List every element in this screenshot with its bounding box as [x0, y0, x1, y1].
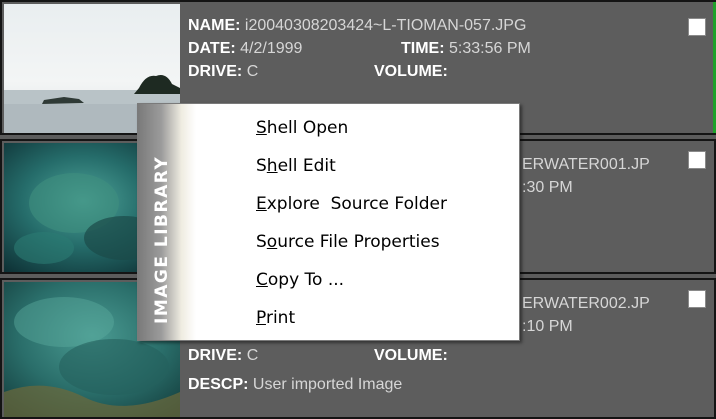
- select-checkbox[interactable]: [688, 151, 706, 169]
- file-name-partial: ERWATER002.JP: [522, 295, 650, 312]
- date-value: 4/2/1999: [240, 40, 303, 57]
- context-menu: IMAGE LIBRARY Shell Open Shell Edit Expl…: [137, 103, 520, 341]
- time-value-partial: :30 PM: [522, 179, 573, 196]
- name-label: NAME:: [188, 17, 241, 34]
- menu-item-print[interactable]: Print: [256, 308, 295, 328]
- description-label: DESCP:: [188, 376, 249, 393]
- drive-label: DRIVE:: [188, 347, 243, 364]
- drive-value: C: [246, 347, 259, 364]
- drive-label: DRIVE:: [188, 63, 243, 80]
- description-value: User imported Image: [252, 376, 403, 393]
- date-label: DATE:: [188, 40, 236, 57]
- volume-label: VOLUME:: [374, 63, 448, 80]
- time-label: TIME:: [401, 40, 445, 57]
- menu-item-shell-edit[interactable]: Shell Edit: [256, 156, 336, 176]
- file-name-partial: ERWATER001.JP: [522, 156, 650, 173]
- menu-band-title: IMAGE LIBRARY: [152, 155, 172, 324]
- menu-side-band: IMAGE LIBRARY: [138, 104, 196, 340]
- time-value-partial: :10 PM: [522, 318, 573, 335]
- time-value: 5:33:56 PM: [449, 40, 531, 57]
- select-checkbox[interactable]: [688, 18, 706, 36]
- menu-item-explore-source-folder[interactable]: Explore Source Folder: [256, 194, 447, 214]
- menu-item-source-file-properties[interactable]: Source File Properties: [256, 232, 440, 252]
- select-checkbox[interactable]: [688, 290, 706, 308]
- menu-item-shell-open[interactable]: Shell Open: [256, 118, 348, 138]
- image-library-panel: NAME: i20040308203424~L-TIOMAN-057.JPG D…: [0, 0, 716, 419]
- file-name: i20040308203424~L-TIOMAN-057.JPG: [244, 17, 527, 34]
- menu-item-copy-to[interactable]: Copy To ...: [256, 270, 344, 290]
- volume-label: VOLUME:: [374, 347, 448, 364]
- drive-value: C: [246, 63, 259, 80]
